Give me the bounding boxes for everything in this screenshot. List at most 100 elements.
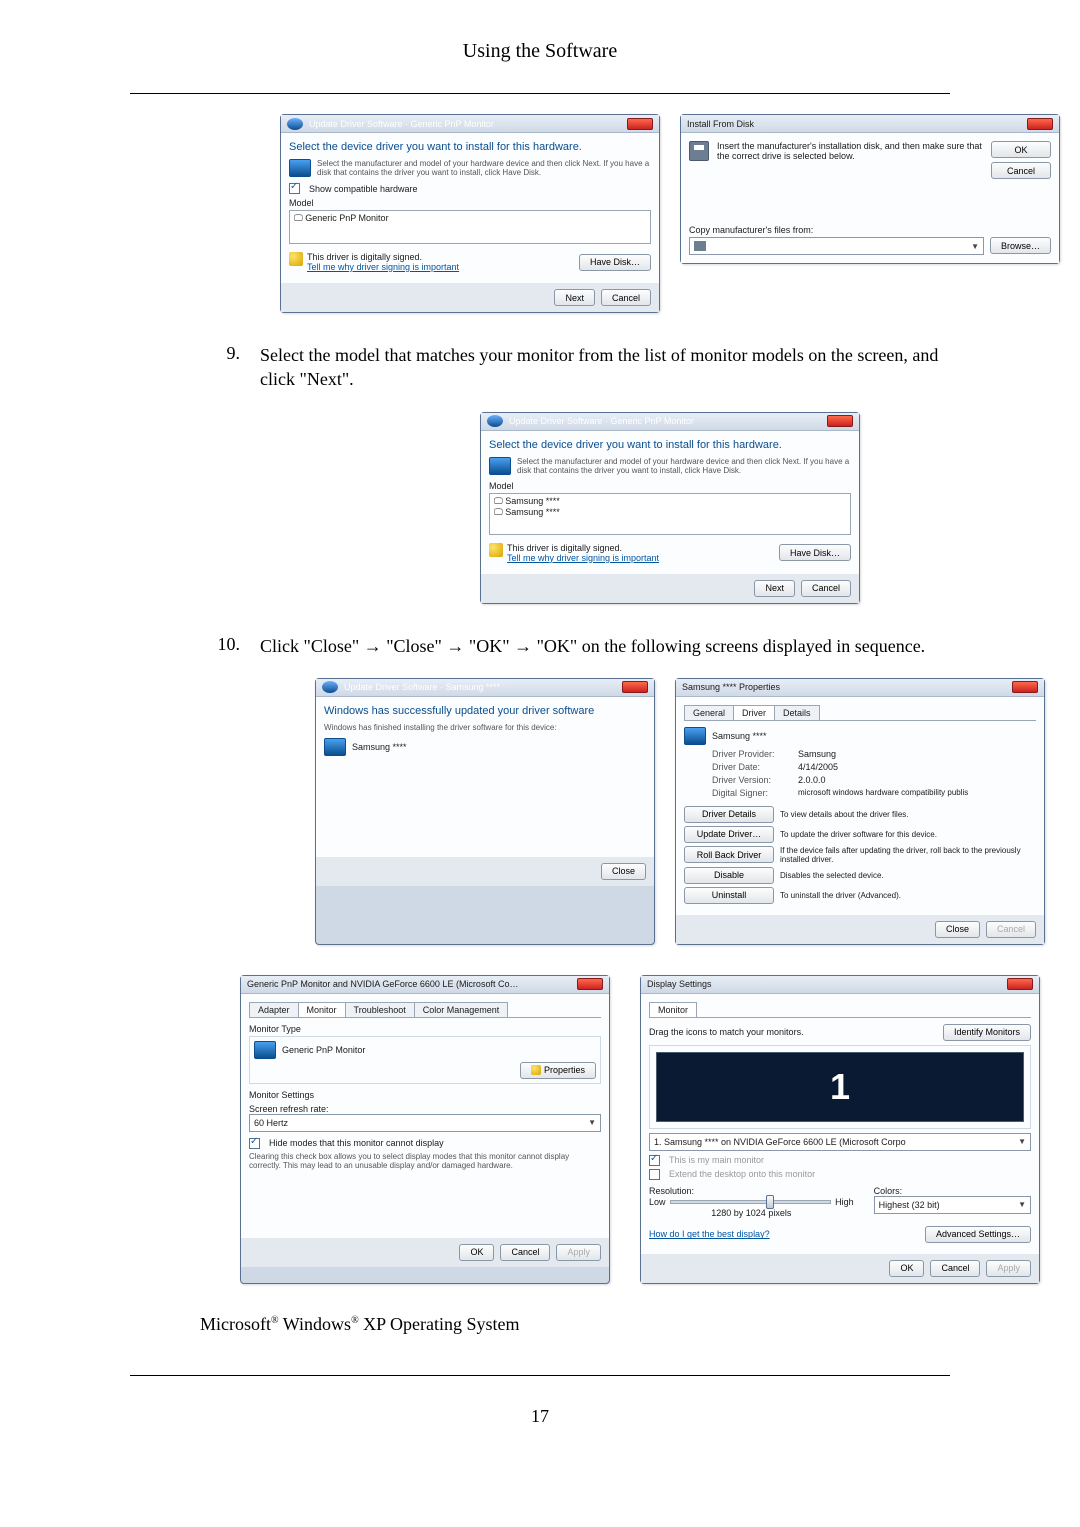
- next-button[interactable]: Next: [754, 580, 795, 597]
- tab-driver[interactable]: Driver: [733, 705, 775, 720]
- apply-button[interactable]: Apply: [556, 1244, 601, 1261]
- window-body: Select the device driver you want to ins…: [281, 133, 659, 283]
- cancel-button[interactable]: Cancel: [991, 162, 1051, 179]
- close-icon[interactable]: [1012, 681, 1038, 693]
- close-icon[interactable]: [627, 118, 653, 130]
- cancel-button[interactable]: Cancel: [601, 289, 651, 306]
- window-title: Samsung **** Properties: [682, 682, 780, 692]
- close-icon[interactable]: [1027, 118, 1053, 130]
- warning-text: Clearing this check box allows you to se…: [249, 1152, 601, 1170]
- close-icon[interactable]: [577, 978, 603, 990]
- window-title: Generic PnP Monitor and NVIDIA GeForce 6…: [247, 979, 577, 989]
- resolution-value: 1280 by 1024 pixels: [649, 1208, 854, 1218]
- v-provider: Samsung: [798, 749, 836, 759]
- properties-button[interactable]: Properties: [520, 1062, 596, 1079]
- ok-button[interactable]: OK: [459, 1244, 494, 1261]
- ok-button[interactable]: OK: [889, 1260, 924, 1277]
- main-monitor-checkbox[interactable]: [649, 1155, 660, 1166]
- tab-adapter[interactable]: Adapter: [249, 1002, 299, 1017]
- colors-select[interactable]: Highest (32 bit) ▼: [874, 1196, 1031, 1214]
- page-title: Using the Software: [0, 40, 1080, 63]
- res-low: Low: [649, 1197, 666, 1207]
- close-icon[interactable]: [827, 415, 853, 427]
- page-number: 17: [0, 1406, 1080, 1427]
- chevron-down-icon: ▼: [588, 1118, 596, 1127]
- main-monitor-label: This is my main monitor: [669, 1155, 764, 1165]
- display-device-select[interactable]: 1. Samsung **** on NVIDIA GeForce 6600 L…: [649, 1133, 1031, 1151]
- why-signing-link[interactable]: Tell me why driver signing is important: [507, 553, 659, 563]
- back-icon[interactable]: [322, 681, 338, 693]
- tab-monitor[interactable]: Monitor: [649, 1002, 697, 1017]
- window-update-driver-2: Update Driver Software · Generic PnP Mon…: [480, 412, 860, 604]
- tab-monitor[interactable]: Monitor: [298, 1002, 346, 1017]
- show-compatible-checkbox[interactable]: [289, 183, 300, 194]
- chevron-down-icon: ▼: [971, 242, 979, 251]
- tabstrip: General Driver Details: [684, 705, 1036, 721]
- update-driver-button[interactable]: Update Driver…: [684, 826, 774, 843]
- have-disk-button[interactable]: Have Disk…: [779, 544, 851, 561]
- d-rollback: If the device fails after updating the d…: [780, 846, 1036, 864]
- step-number: 9.: [200, 343, 240, 364]
- window-monitor-properties: Generic PnP Monitor and NVIDIA GeForce 6…: [240, 975, 610, 1284]
- monitor-icon: [254, 1041, 276, 1059]
- close-icon[interactable]: [1007, 978, 1033, 990]
- shield-icon: [531, 1065, 541, 1075]
- os-mid: Windows: [279, 1314, 351, 1334]
- monitor-icon: [289, 159, 311, 177]
- tab-details[interactable]: Details: [774, 705, 820, 720]
- tab-troubleshoot[interactable]: Troubleshoot: [345, 1002, 415, 1017]
- driver-details-button[interactable]: Driver Details: [684, 806, 774, 823]
- window-display-settings: Display Settings Monitor Drag the icons …: [640, 975, 1040, 1284]
- chevron-down-icon: ▼: [1018, 1200, 1026, 1209]
- cancel-button[interactable]: Cancel: [801, 580, 851, 597]
- have-disk-button[interactable]: Have Disk…: [579, 254, 651, 271]
- resolution-slider[interactable]: [670, 1200, 832, 1204]
- button-row: OK Cancel Apply: [241, 1238, 609, 1267]
- monitor-preview[interactable]: 1: [656, 1052, 1024, 1122]
- k-provider: Driver Provider:: [712, 749, 792, 759]
- group-monitor-type: Monitor Type: [249, 1024, 601, 1034]
- tab-color-management[interactable]: Color Management: [414, 1002, 509, 1017]
- close-icon[interactable]: [622, 681, 648, 693]
- divider: [130, 1375, 950, 1376]
- extend-desktop-checkbox[interactable]: [649, 1169, 660, 1180]
- window-title: Update Driver Software · Generic PnP Mon…: [509, 416, 827, 426]
- list-item[interactable]: 🖵 Samsung ****: [494, 496, 846, 507]
- monitor-icon: [489, 457, 511, 475]
- apply-button[interactable]: Apply: [986, 1260, 1031, 1277]
- cancel-button[interactable]: Cancel: [986, 921, 1036, 938]
- tabstrip: Adapter Monitor Troubleshoot Color Manag…: [249, 1002, 601, 1018]
- best-display-link[interactable]: How do I get the best display?: [649, 1229, 770, 1239]
- close-button[interactable]: Close: [601, 863, 646, 880]
- k-signer: Digital Signer:: [712, 788, 792, 798]
- disable-button[interactable]: Disable: [684, 867, 774, 884]
- tab-general[interactable]: General: [684, 705, 734, 720]
- refresh-rate-select[interactable]: 60 Hertz ▼: [249, 1114, 601, 1132]
- hide-modes-checkbox[interactable]: [249, 1138, 260, 1149]
- signed-text: This driver is digitally signed.: [307, 252, 459, 262]
- list-item[interactable]: 🖵 Generic PnP Monitor: [294, 213, 646, 224]
- identify-monitors-button[interactable]: Identify Monitors: [943, 1024, 1031, 1041]
- ok-button[interactable]: OK: [991, 141, 1051, 158]
- browse-button[interactable]: Browse…: [990, 237, 1051, 254]
- window-update-driver-1: Update Driver Software · Generic PnP Mon…: [280, 114, 660, 313]
- why-signing-link[interactable]: Tell me why driver signing is important: [307, 262, 459, 272]
- titlebar: Install From Disk: [681, 115, 1059, 133]
- list-item[interactable]: 🖵 Samsung ****: [494, 507, 846, 518]
- copy-from-select[interactable]: ▼: [689, 237, 984, 255]
- back-icon[interactable]: [287, 118, 303, 130]
- button-row: Close: [316, 857, 654, 886]
- chevron-down-icon: ▼: [1018, 1137, 1026, 1146]
- d-uninstall: To uninstall the driver (Advanced).: [780, 891, 1036, 900]
- back-icon[interactable]: [487, 415, 503, 427]
- advanced-settings-button[interactable]: Advanced Settings…: [925, 1226, 1031, 1243]
- close-button[interactable]: Close: [935, 921, 980, 938]
- rollback-driver-button[interactable]: Roll Back Driver: [684, 846, 774, 863]
- slider-thumb[interactable]: [766, 1195, 774, 1209]
- uninstall-button[interactable]: Uninstall: [684, 887, 774, 904]
- next-button[interactable]: Next: [554, 289, 595, 306]
- model-list[interactable]: 🖵 Generic PnP Monitor: [289, 210, 651, 244]
- cancel-button[interactable]: Cancel: [500, 1244, 550, 1261]
- model-list[interactable]: 🖵 Samsung **** 🖵 Samsung ****: [489, 493, 851, 535]
- cancel-button[interactable]: Cancel: [930, 1260, 980, 1277]
